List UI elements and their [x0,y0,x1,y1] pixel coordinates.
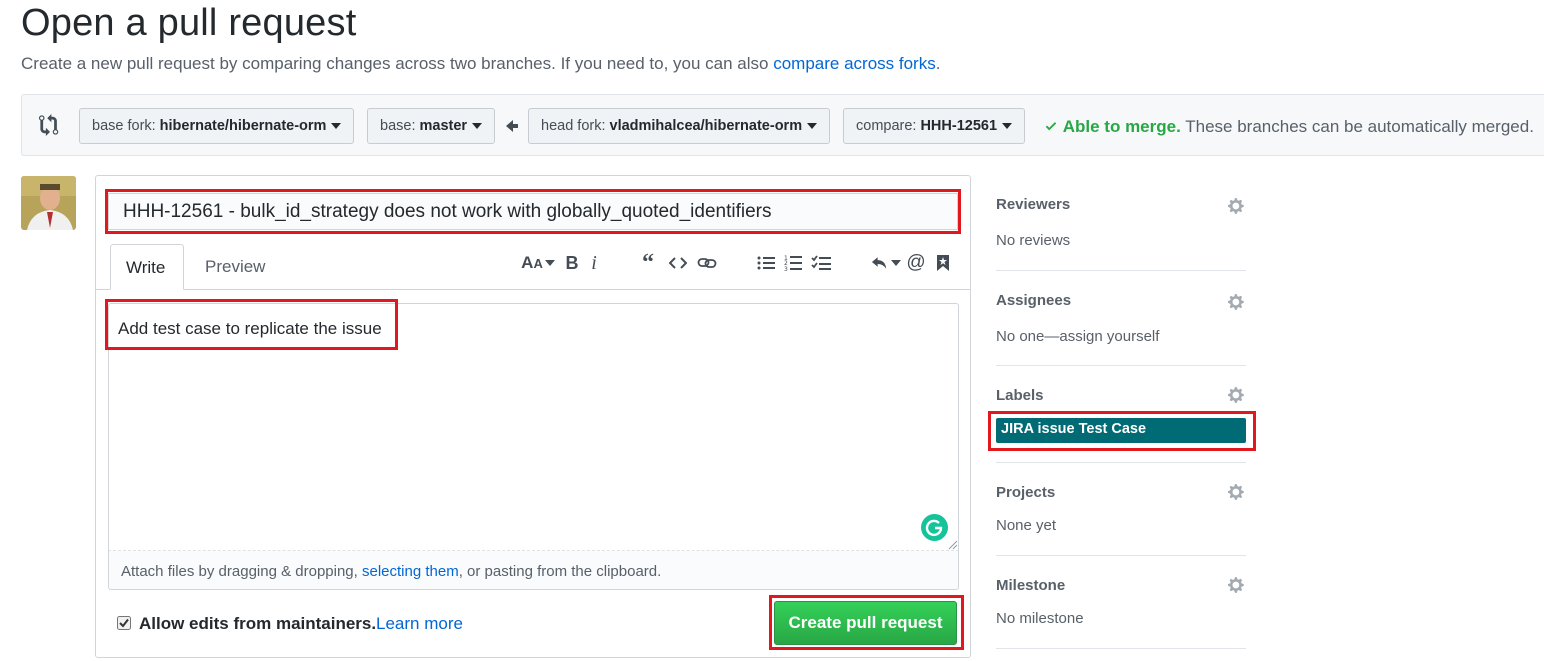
pr-body-textarea[interactable] [108,303,959,551]
chevron-down-icon [891,260,901,266]
code-glyph [669,257,687,269]
arrow-left-icon [506,120,518,132]
base-fork-label: base fork: [92,118,156,134]
sidebar-milestone-value: No milestone [996,610,1084,627]
gear-icon[interactable] [1228,197,1246,215]
label-chip[interactable]: JIRA issue Test Case [996,418,1246,443]
merge-ok-text: Able to merge. [1062,117,1181,136]
italic-icon[interactable]: i [586,252,602,274]
base-fork-value: hibernate/hibernate-orm [159,118,327,134]
ordered-list-glyph: 123 [784,255,802,272]
gear-icon[interactable] [1228,483,1246,501]
resize-handle-icon[interactable] [946,538,958,550]
task-list-icon[interactable] [810,252,832,274]
compare-branch-value: HHH-12561 [920,118,998,134]
bookmark-icon[interactable] [934,252,952,274]
sidebar-divider [996,365,1246,366]
unordered-list-icon[interactable] [756,252,776,274]
compare-branch-select[interactable]: compare: HHH-12561 [843,108,1026,144]
merge-status: Able to merge. These branches can be aut… [1044,117,1534,137]
link-icon[interactable] [696,252,718,274]
allow-edits-label: Allow edits from maintainers. [139,614,377,633]
text-size-icon[interactable]: AA [520,252,556,274]
attach-prefix: Attach files by dragging & dropping, [121,563,362,580]
task-list-glyph [811,255,831,270]
check-icon [1045,122,1057,131]
bold-icon[interactable]: B [562,252,582,274]
tab-preview[interactable]: Preview [190,244,280,290]
sidebar-labels-heading[interactable]: Labels [996,387,1044,404]
link-glyph [697,258,717,268]
avatar[interactable] [21,176,76,230]
create-pull-request-button[interactable]: Create pull request [774,601,957,645]
learn-more-link[interactable]: Learn more [376,614,463,634]
compare-across-forks-link[interactable]: compare across forks [773,54,936,73]
sidebar-projects-value: None yet [996,517,1057,534]
sidebar-assignees-value[interactable]: No one—assign yourself [996,328,1159,345]
chevron-down-icon [544,260,555,266]
attach-suffix: , or pasting from the clipboard. [458,563,662,580]
base-branch-select[interactable]: base: master [367,108,496,144]
quote-icon[interactable]: “ [637,250,659,276]
merge-detail-text: These branches can be automatically merg… [1180,117,1534,136]
tab-write[interactable]: Write [110,244,184,290]
sidebar-divider [996,270,1246,271]
base-fork-select[interactable]: base fork: hibernate/hibernate-orm [79,108,355,144]
select-files-link[interactable]: selecting them [362,563,459,580]
grammarly-icon[interactable] [921,514,948,541]
sidebar-milestone-heading[interactable]: Milestone [996,577,1065,594]
sidebar-divider [996,648,1246,649]
svg-text:3: 3 [784,266,788,272]
code-icon[interactable] [667,252,689,274]
chevron-down-icon [1002,123,1013,129]
head-fork-label: head fork: [541,118,606,134]
allow-edits-checkbox[interactable] [117,616,131,630]
chevron-down-icon [331,123,342,129]
saved-reply-glyph [937,255,949,271]
sidebar-reviewers-heading[interactable]: Reviewers [996,196,1070,213]
gear-icon[interactable] [1228,386,1246,404]
base-branch-value: master [419,118,468,134]
attach-files-zone[interactable]: Attach files by dragging & dropping, sel… [108,551,959,590]
head-fork-select[interactable]: head fork: vladmihalcea/hibernate-orm [528,108,831,144]
compare-branch-label: compare: [856,118,917,134]
grammarly-glyph [925,519,943,537]
user-avatar-image [21,176,76,230]
gear-icon[interactable] [1228,293,1246,311]
reply-glyph [871,257,887,269]
gear-icon[interactable] [1228,576,1246,594]
sidebar-reviewers-value: No reviews [996,232,1071,249]
sidebar-divider [996,555,1246,556]
pr-body-text: Add test case to replicate the issue [118,319,382,338]
chevron-down-icon [472,123,483,129]
mention-icon[interactable]: @ [905,252,927,274]
ordered-list-icon[interactable]: 123 [783,252,803,274]
sidebar-assignees-heading[interactable]: Assignees [996,292,1071,309]
sidebar-divider [996,462,1246,463]
subtitle-text: Create a new pull request by comparing c… [21,54,774,73]
base-branch-label: base: [380,118,416,134]
reply-icon[interactable] [871,252,901,274]
page-subtitle: Create a new pull request by comparing c… [21,54,940,74]
head-fork-value: vladmihalcea/hibernate-orm [609,118,803,134]
subtitle-end: . [935,54,941,73]
page-title: Open a pull request [21,2,357,44]
list-glyph [757,256,775,270]
pr-title-input[interactable]: HHH-12561 - bulk_id_strategy does not wo… [108,193,958,230]
range-editor: base fork: hibernate/hibernate-orm base: m… [21,94,1544,156]
chevron-down-icon [807,123,818,129]
sidebar-projects-heading[interactable]: Projects [996,484,1055,501]
git-compare-icon [39,114,59,136]
